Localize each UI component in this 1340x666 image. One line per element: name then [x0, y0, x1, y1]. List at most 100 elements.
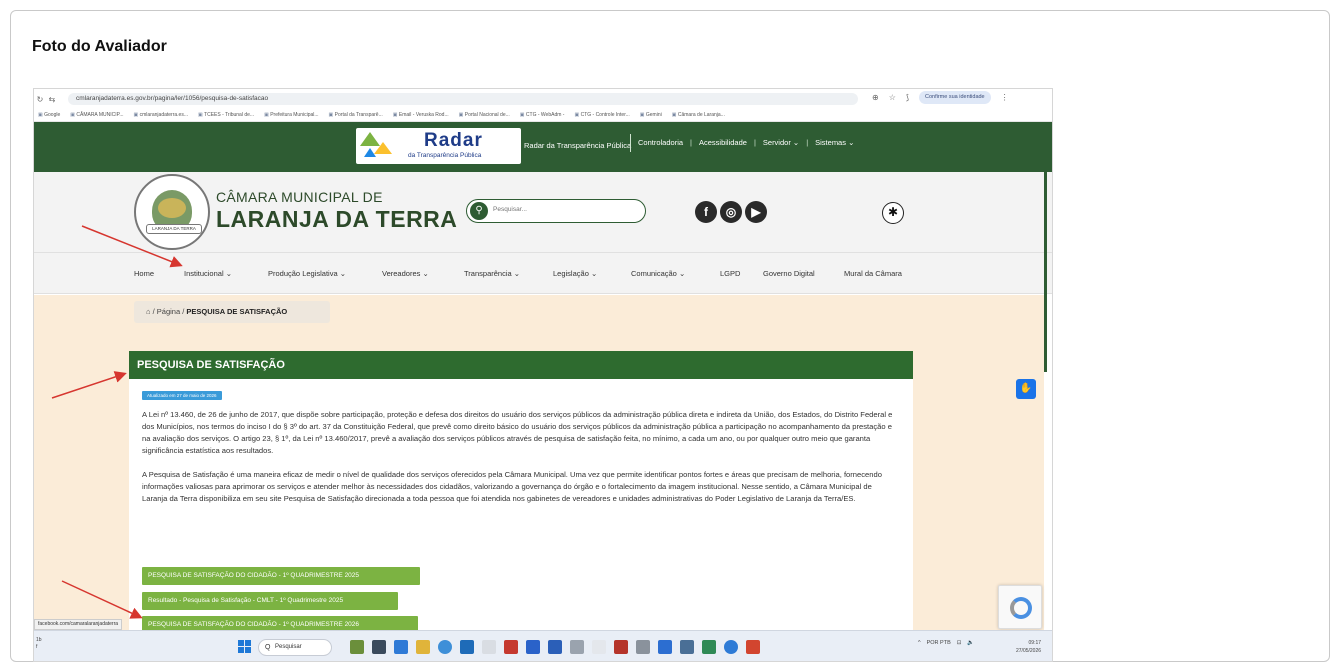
survey-panel: PESQUISA DE SATISFAÇÃO Atualizado em 27 … [129, 351, 913, 661]
extensions-icon[interactable]: ⟆ [906, 93, 909, 102]
bookmark-item[interactable]: CÂMARA MUNICIP... [70, 112, 123, 118]
app-icon[interactable] [460, 640, 474, 654]
app-icon[interactable] [636, 640, 650, 654]
instagram-icon[interactable]: ◎ [720, 201, 742, 223]
nav-mural[interactable]: Mural da Câmara [844, 269, 902, 278]
nav-governo-digital[interactable]: Governo Digital [763, 269, 815, 278]
taskbar-search[interactable]: Pesquisar [258, 639, 332, 656]
radar-logo-subtitle: da Transparência Pública [408, 152, 482, 159]
reload-icon[interactable]: ↻ [34, 95, 46, 104]
browser-address-bar: ↻ ⇆ cmlaranjadaterra.es.gov.br/pagina/le… [34, 89, 1052, 109]
windows-start-icon[interactable] [238, 640, 252, 654]
top-link-acessibilidade[interactable]: Acessibilidade [699, 138, 747, 147]
seal-ribbon: LARANJA DA TERRA [146, 224, 202, 234]
bookmark-item[interactable]: Portal Nacional de... [459, 112, 510, 118]
breadcrumb-current: PESQUISA DE SATISFAÇÃO [186, 307, 288, 316]
taskbar-clock[interactable]: 09:17 27/05/2026 [1016, 639, 1041, 655]
site-header: LARANJA DA TERRA CÂMARA MUNICIPAL DE LAR… [34, 172, 1052, 252]
edge-icon[interactable] [724, 640, 738, 654]
gmail-icon[interactable] [614, 640, 628, 654]
top-link-sistemas[interactable]: Sistemas ⌄ [815, 138, 854, 147]
bookmark-item[interactable]: Prefeitura Municipal... [264, 112, 318, 118]
intro-paragraph: A Lei nº 13.460, de 26 de junho de 2017,… [142, 410, 893, 455]
site-top-bar: Radar da Transparência Pública Radar da … [34, 122, 1052, 172]
main-nav: Home Institucional ⌄ Produção Legislativ… [34, 252, 1052, 294]
bookmark-item[interactable]: CTG - WebAdm - [520, 112, 565, 118]
app-icon[interactable] [394, 640, 408, 654]
nav-producao-legislativa[interactable]: Produção Legislativa ⌄ [268, 269, 346, 278]
app-icon[interactable] [526, 640, 540, 654]
site-info-icon[interactable]: ⇆ [46, 95, 58, 104]
file-explorer-icon[interactable] [416, 640, 430, 654]
app-icon[interactable] [658, 640, 672, 654]
site-name-line2: LARANJA DA TERRA [216, 206, 458, 232]
bookmark-item[interactable]: Gemini [640, 112, 662, 118]
search-input[interactable] [493, 206, 633, 213]
bookmarks-bar: Google CÂMARA MUNICIP... cmlaranjadaterr… [34, 109, 1052, 122]
top-nav: Controladoria | Acessibilidade | Servido… [630, 134, 854, 152]
recaptcha-badge [998, 585, 1042, 629]
app-icon[interactable] [746, 640, 760, 654]
keyboard-language[interactable]: POR PTB [927, 640, 951, 646]
bookmark-item[interactable]: CTG - Controle Inter... [574, 112, 630, 118]
bookmark-item[interactable]: TCEES - Tribunal de... [198, 112, 254, 118]
tray-expand-icon[interactable]: ^ [918, 640, 921, 646]
logo-triangle-icon [374, 142, 392, 154]
nav-institucional[interactable]: Institucional ⌄ [184, 269, 232, 278]
bookmark-item[interactable]: cmlaranjadaterra.es... [134, 112, 188, 118]
radar-transparencia-logo[interactable]: Radar da Transparência Pública [356, 128, 521, 164]
menu-icon[interactable]: ⋮ [1001, 93, 1009, 102]
nav-lgpd[interactable]: LGPD [720, 269, 740, 278]
app-icon[interactable] [680, 640, 694, 654]
website-screenshot: ↻ ⇆ cmlaranjadaterra.es.gov.br/pagina/le… [33, 88, 1053, 662]
scrollbar[interactable] [1044, 172, 1047, 372]
survey-2025-button[interactable]: PESQUISA DE SATISFAÇÃO DO CIDADÃO - 1º Q… [142, 567, 420, 585]
breadcrumb: ⌂ / Página / PESQUISA DE SATISFAÇÃO [134, 301, 330, 323]
taskbar-widget[interactable]: 1b f [36, 637, 42, 651]
radar-link[interactable]: Radar da Transparência Pública [524, 141, 631, 150]
app-icon[interactable] [504, 640, 518, 654]
word-icon[interactable] [548, 640, 562, 654]
bookmark-item[interactable]: Google [38, 112, 60, 118]
status-url: facebook.com/camaralaranjadaterra [34, 619, 123, 630]
results-2025-button[interactable]: Resultado - Pesquisa de Satisfação - CML… [142, 592, 398, 610]
bookmark-item[interactable]: Email - Veruska Rod... [393, 112, 449, 118]
app-icon[interactable] [570, 640, 584, 654]
nav-vereadores[interactable]: Vereadores ⌄ [382, 269, 429, 278]
social-links: f ◎ ▶ [695, 201, 767, 223]
app-icon[interactable] [592, 640, 606, 654]
app-icon[interactable] [482, 640, 496, 654]
task-view-icon[interactable] [372, 640, 386, 654]
nav-home[interactable]: Home [134, 269, 154, 278]
site-name-line1: CÂMARA MUNICIPAL DE [216, 189, 383, 205]
updated-badge: Atualizado em 27 de maio de 2026 [142, 391, 222, 400]
vlibras-hand-icon[interactable]: ✋ [1016, 379, 1036, 399]
bookmark-item[interactable]: Câmara de Laranja... [672, 112, 725, 118]
top-link-servidor[interactable]: Servidor ⌄ [763, 138, 799, 147]
chrome-icon[interactable] [438, 640, 452, 654]
home-icon[interactable]: ⌂ [146, 307, 151, 316]
facebook-icon[interactable]: f [695, 201, 717, 223]
network-icon[interactable]: ⊡ [957, 640, 962, 646]
bookmark-item[interactable]: Portal da Transparê... [329, 112, 383, 118]
volume-icon[interactable]: 🔈 [967, 640, 974, 646]
evaluator-photo-card: Foto do Avaliador ↻ ⇆ cmlaranjadaterra.e… [10, 10, 1330, 662]
nav-legislacao[interactable]: Legislação ⌄ [553, 269, 597, 278]
card-title: Foto do Avaliador [32, 38, 167, 55]
top-link-controladoria[interactable]: Controladoria [638, 138, 683, 147]
youtube-icon[interactable]: ▶ [745, 201, 767, 223]
landscape-app-icon[interactable] [350, 640, 364, 654]
breadcrumb-page[interactable]: Página [157, 307, 180, 316]
accessibility-icon[interactable]: ✱ [882, 202, 904, 224]
camara-seal-logo[interactable]: LARANJA DA TERRA [134, 174, 210, 250]
site-search[interactable]: ⚲ [466, 199, 646, 223]
search-icon[interactable]: ⚲ [470, 202, 488, 220]
profile-button[interactable]: Confirme sua identidade [919, 91, 991, 104]
system-tray: ^ POR PTB ⊡ 🔈 [918, 640, 974, 646]
nav-comunicacao[interactable]: Comunicação ⌄ [631, 269, 685, 278]
zoom-icon[interactable]: ⊕ [872, 93, 879, 102]
nav-transparencia[interactable]: Transparência ⌄ [464, 269, 520, 278]
star-icon[interactable]: ☆ [889, 93, 896, 102]
url-field[interactable]: cmlaranjadaterra.es.gov.br/pagina/ler/10… [68, 93, 858, 105]
app-icon[interactable] [702, 640, 716, 654]
